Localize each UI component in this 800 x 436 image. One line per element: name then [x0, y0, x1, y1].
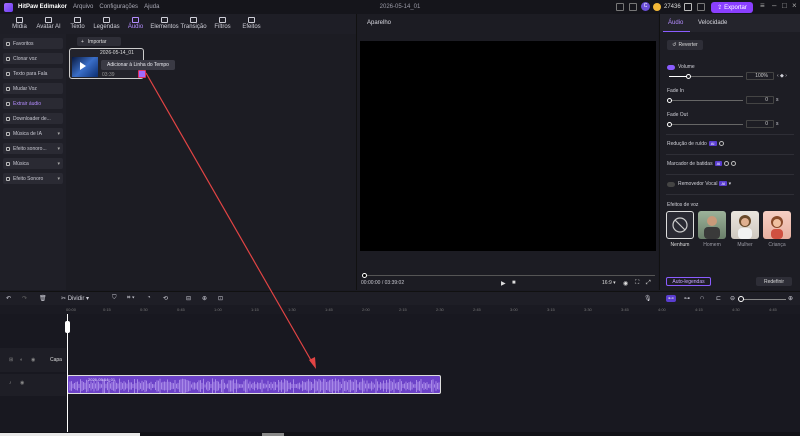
status-bar [0, 432, 800, 436]
guide-arrow [145, 72, 316, 369]
